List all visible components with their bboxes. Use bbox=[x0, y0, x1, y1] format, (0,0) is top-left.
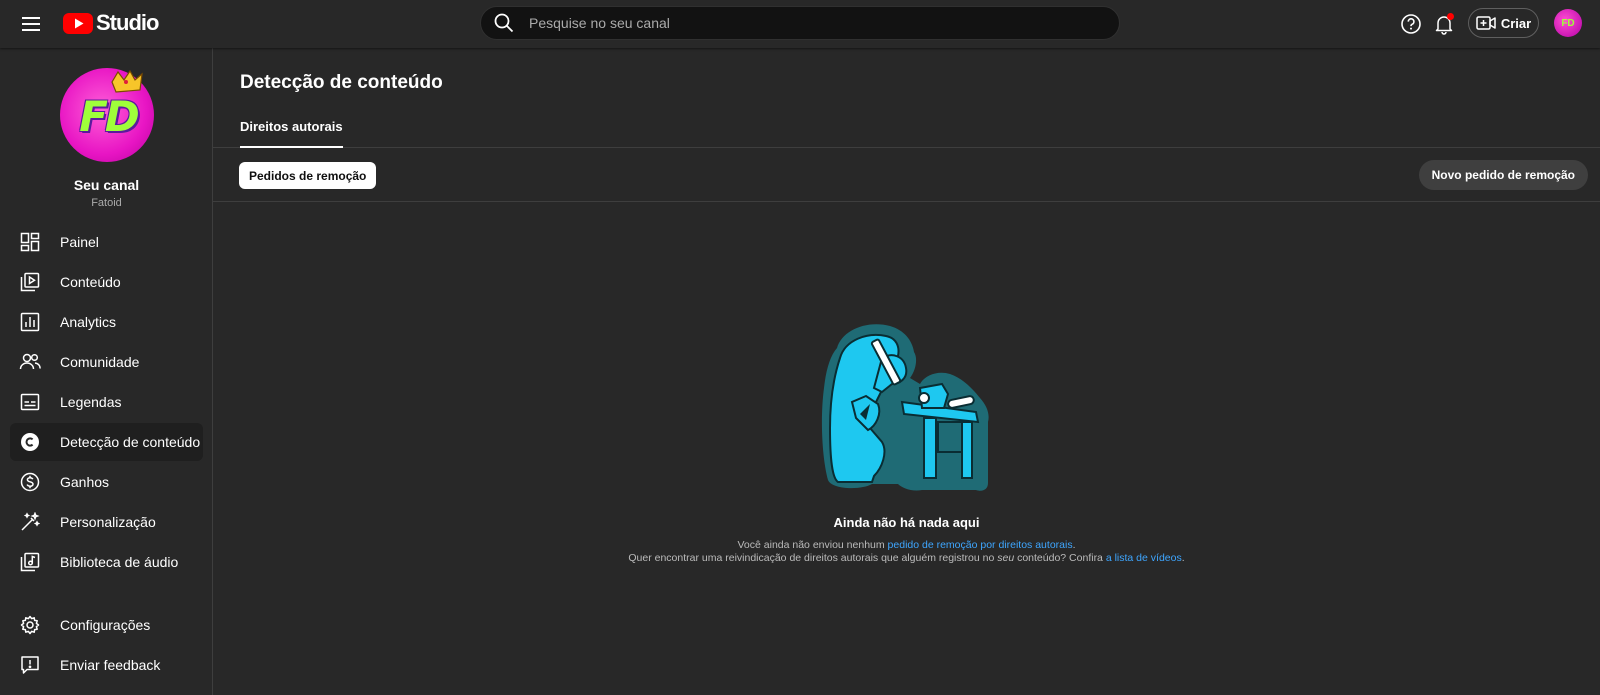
help-icon[interactable] bbox=[1397, 10, 1425, 38]
sidebar-item-enviar-feedback[interactable]: Enviar feedback bbox=[10, 646, 203, 684]
channel-handle: Fatoid bbox=[91, 197, 122, 209]
sidebar: FD Seu canal Fatoid Painel Conteúdo Anal… bbox=[0, 48, 213, 695]
sidebar-item-personalizacao[interactable]: Personalização bbox=[10, 503, 203, 541]
sidebar-item-label: Ganhos bbox=[60, 474, 110, 490]
channel-avatar[interactable]: FD bbox=[60, 68, 154, 162]
line2-emphasis: seu bbox=[997, 552, 1015, 564]
search-icon[interactable] bbox=[481, 6, 527, 40]
sidebar-item-biblioteca-de-audio[interactable]: Biblioteca de áudio bbox=[10, 543, 203, 581]
feedback-icon bbox=[10, 653, 50, 677]
empty-state-title: Ainda não há nada aqui bbox=[833, 515, 980, 530]
notifications-icon[interactable] bbox=[1430, 10, 1458, 38]
line1-suffix: . bbox=[1072, 539, 1076, 551]
sidebar-item-configuracoes[interactable]: Configurações bbox=[10, 606, 203, 644]
youtube-play-icon bbox=[63, 12, 93, 34]
create-video-icon bbox=[1476, 16, 1496, 30]
empty-state-illustration bbox=[821, 324, 989, 491]
line2-suffix: . bbox=[1181, 552, 1185, 564]
channel-avatar-initials: FD bbox=[79, 92, 140, 141]
copyright-icon bbox=[10, 430, 50, 454]
content-icon bbox=[10, 270, 50, 294]
line1-prefix: Você ainda não enviou nenhum bbox=[737, 539, 888, 551]
line2-prefix: Quer encontrar uma reivindicação de dire… bbox=[628, 552, 998, 564]
removal-request-link[interactable]: pedido de remoção por direitos autorais bbox=[888, 539, 1073, 551]
sidebar-item-painel[interactable]: Painel bbox=[10, 223, 203, 261]
sidebar-item-deteccao-de-conteudo[interactable]: Detecção de conteúdo bbox=[10, 423, 203, 461]
earnings-icon bbox=[10, 470, 50, 494]
sidebar-item-label: Comunidade bbox=[60, 354, 140, 370]
subtitles-icon bbox=[10, 390, 50, 414]
sidebar-item-label: Analytics bbox=[60, 314, 117, 330]
filter-chip-pedidos-de-remocao[interactable]: Pedidos de remoção bbox=[239, 162, 377, 189]
studio-logo[interactable]: Studio bbox=[63, 10, 159, 35]
logo-text: Studio bbox=[96, 10, 159, 35]
page-title: Detecção de conteúdo bbox=[240, 72, 443, 93]
dashboard-icon bbox=[10, 230, 50, 254]
magic-wand-icon bbox=[10, 510, 50, 534]
sidebar-item-legendas[interactable]: Legendas bbox=[10, 383, 203, 421]
sidebar-item-label: Detecção de conteúdo bbox=[60, 434, 201, 450]
analytics-icon bbox=[10, 310, 50, 334]
sidebar-item-analytics[interactable]: Analytics bbox=[10, 303, 203, 341]
sidebar-item-label: Painel bbox=[60, 234, 99, 250]
empty-state: Ainda não há nada aqui Você ainda não en… bbox=[213, 318, 1600, 565]
notification-badge bbox=[1447, 13, 1454, 20]
sidebar-item-conteudo[interactable]: Conteúdo bbox=[10, 263, 203, 301]
channel-title: Seu canal bbox=[73, 177, 140, 193]
account-avatar[interactable]: FD bbox=[1554, 9, 1582, 37]
gear-icon bbox=[10, 613, 50, 637]
search-input[interactable] bbox=[527, 7, 1119, 39]
sidebar-item-ganhos[interactable]: Ganhos bbox=[10, 463, 203, 501]
community-icon bbox=[10, 350, 50, 374]
create-label: Criar bbox=[1500, 15, 1532, 31]
search-bar bbox=[480, 6, 1120, 40]
sidebar-item-comunidade[interactable]: Comunidade bbox=[10, 343, 203, 381]
empty-state-line-1: Você ainda não enviou nenhum pedido de r… bbox=[213, 539, 1600, 552]
sidebar-item-label: Personalização bbox=[60, 514, 156, 530]
avatar-initials: FD bbox=[1561, 17, 1575, 29]
audio-library-icon bbox=[10, 550, 50, 574]
sidebar-item-label: Enviar feedback bbox=[60, 657, 161, 673]
tab-direitos-autorais[interactable]: Direitos autorais bbox=[240, 116, 343, 148]
sidebar-item-label: Legendas bbox=[60, 394, 122, 410]
divider bbox=[213, 201, 1600, 202]
video-list-link[interactable]: a lista de vídeos bbox=[1106, 552, 1182, 564]
main-content: Detecção de conteúdo Direitos autorais P… bbox=[213, 48, 1600, 695]
top-header: Studio Criar FD bbox=[0, 0, 1600, 48]
sidebar-item-label: Biblioteca de áudio bbox=[60, 554, 179, 570]
new-removal-request-button[interactable]: Novo pedido de remoção bbox=[1418, 160, 1588, 190]
empty-state-description: Você ainda não enviou nenhum pedido de r… bbox=[213, 539, 1600, 565]
sidebar-item-label: Configurações bbox=[60, 617, 151, 633]
line2-middle: conteúdo? Confira bbox=[1014, 552, 1106, 564]
tab-bar: Direitos autorais bbox=[213, 116, 1600, 148]
menu-icon[interactable] bbox=[18, 12, 44, 36]
sidebar-item-label: Conteúdo bbox=[60, 274, 121, 290]
create-button[interactable]: Criar bbox=[1468, 8, 1539, 38]
empty-state-line-2: Quer encontrar uma reivindicação de dire… bbox=[213, 552, 1600, 565]
